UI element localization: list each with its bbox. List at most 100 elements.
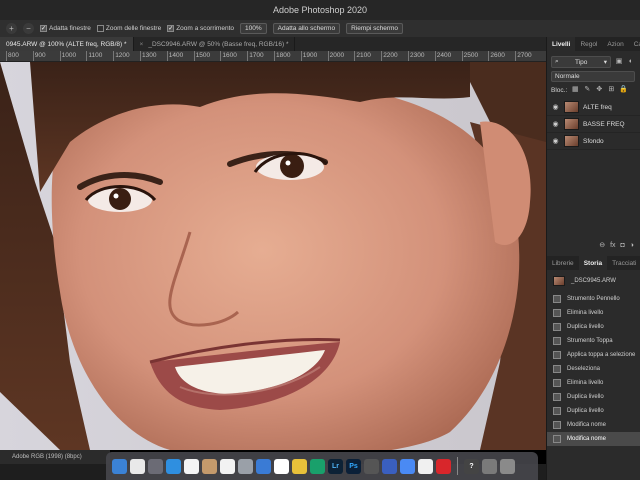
layer-filter-row: ⌕ Tipo ▾ ▣ ◐ xyxy=(547,55,640,69)
lock-pixels-icon[interactable]: ✎ xyxy=(583,86,591,94)
chrome-icon[interactable] xyxy=(400,458,415,474)
keynote-icon[interactable] xyxy=(256,458,271,474)
history-item[interactable]: Deseleziona xyxy=(547,362,640,376)
ruler-tick-label: 1700 xyxy=(247,51,264,61)
scrubby-zoom-checkbox[interactable]: ✓ Zoom a scorrimento xyxy=(167,25,234,32)
fill-screen-button[interactable]: Riempi schermo xyxy=(346,23,404,34)
layer-item[interactable]: ◉ BASSE FREQ xyxy=(547,116,640,133)
lock-transparency-icon[interactable]: ▦ xyxy=(571,86,579,94)
tab-actions[interactable]: Azion xyxy=(602,37,628,51)
lock-artboard-icon[interactable]: ⊞ xyxy=(607,86,615,94)
finder-icon[interactable] xyxy=(112,458,127,474)
ruler-tick-label: 1800 xyxy=(273,51,291,61)
contacts-icon[interactable] xyxy=(202,458,217,474)
history-item[interactable]: Elimina livello xyxy=(547,306,640,320)
preview-icon[interactable] xyxy=(238,458,253,474)
history-item[interactable]: Duplica livello xyxy=(547,320,640,334)
ruler-tick-label: 2200 xyxy=(381,51,398,61)
document-tab[interactable]: × _DSC9946.ARW @ 50% (Basse freq, RGB/16… xyxy=(134,37,296,51)
blend-mode-row: Normale xyxy=(547,69,640,83)
close-icon[interactable]: × xyxy=(140,41,144,48)
clock-icon[interactable] xyxy=(310,458,325,474)
history-item-label: Elimina livello xyxy=(567,310,604,316)
tab-libraries[interactable]: Librerie xyxy=(547,256,579,270)
zoom-in-icon[interactable]: + xyxy=(6,23,17,34)
layer-tools-row: ⊖ fx ◘ ◑ xyxy=(547,238,640,252)
metadata-icon[interactable] xyxy=(364,458,379,474)
eye-icon[interactable]: ◉ xyxy=(551,120,560,128)
notes-icon[interactable] xyxy=(292,458,307,474)
tab-layers[interactable]: Livelli xyxy=(547,37,576,51)
ruler-tick-label: 2100 xyxy=(354,51,371,61)
lock-position-icon[interactable]: ✥ xyxy=(595,86,603,94)
history-step-icon xyxy=(553,309,561,317)
history-item[interactable]: Duplica livello xyxy=(547,390,640,404)
history-snapshot[interactable]: _DSC9945.ARW xyxy=(547,272,640,290)
help-icon[interactable]: ? xyxy=(464,458,479,474)
history-item-label: Duplica livello xyxy=(567,324,604,330)
chevron-down-icon: ▾ xyxy=(603,59,607,66)
blend-mode-select[interactable]: Normale xyxy=(551,70,635,82)
trash-icon[interactable] xyxy=(500,458,515,474)
layer-name: Sfondo xyxy=(583,137,604,145)
history-item[interactable]: Modifica nome xyxy=(547,418,640,432)
history-item-label: Applica toppa a selezione xyxy=(567,352,636,358)
music-icon[interactable] xyxy=(220,458,235,474)
fit-screen-button[interactable]: Adatta allo schermo xyxy=(272,23,341,34)
tab-adjustments[interactable]: Regol xyxy=(575,37,602,51)
history-item[interactable]: Strumento Pennello xyxy=(547,292,640,306)
history-item[interactable]: Applica toppa a selezione xyxy=(547,348,640,362)
photoshop-icon[interactable]: Ps xyxy=(346,458,361,474)
resize-windows-checkbox[interactable]: ✓ Adatta finestre xyxy=(40,25,91,32)
calendar2-icon[interactable] xyxy=(274,458,289,474)
layer-item[interactable]: ◉ Sfondo xyxy=(547,133,640,150)
affinity-icon[interactable] xyxy=(382,458,397,474)
history-step-icon xyxy=(553,407,561,415)
image-filter-icon[interactable]: ▣ xyxy=(615,58,623,66)
fx-icon[interactable]: fx xyxy=(610,242,615,249)
ruler-tick-label: 800 xyxy=(6,51,19,61)
tab-history[interactable]: Storia xyxy=(578,256,608,270)
image-canvas[interactable] xyxy=(0,62,546,450)
safari-icon[interactable] xyxy=(166,458,181,474)
checkbox-box xyxy=(96,25,104,32)
layer-thumbnail xyxy=(564,101,579,113)
options-bar: + − ✓ Adatta finestre Zoom delle finestr… xyxy=(0,20,640,37)
eye-icon[interactable]: ◉ xyxy=(551,103,560,111)
history-item[interactable]: Duplica livello xyxy=(547,404,640,418)
calendar-icon[interactable] xyxy=(130,458,145,474)
creative-cloud-icon[interactable] xyxy=(436,458,451,474)
lightroom-icon[interactable]: Lr xyxy=(328,458,343,474)
tab-channels[interactable]: Canal xyxy=(629,37,640,51)
document-tab-active[interactable]: 0945.ARW @ 100% (ALTE freq, RGB/8) * xyxy=(0,37,134,51)
history-item[interactable]: Elimina livello xyxy=(547,376,640,390)
history-step-icon xyxy=(553,435,561,443)
layers-empty-area xyxy=(547,150,640,238)
link-icon[interactable]: ⊖ xyxy=(599,241,605,249)
snapshot-label: _DSC9945.ARW xyxy=(571,278,616,284)
ruler-tick-label: 2500 xyxy=(461,51,479,61)
photos-icon[interactable] xyxy=(184,458,199,474)
history-item-label: Modifica nome xyxy=(567,422,607,428)
history-step-icon xyxy=(553,421,561,429)
layer-filter-select[interactable]: ⌕ Tipo ▾ xyxy=(551,56,611,68)
history-item[interactable]: Strumento Toppa xyxy=(547,334,640,348)
history-item[interactable]: Modifica nome xyxy=(547,432,640,446)
folder-icon[interactable] xyxy=(482,458,497,474)
tab-paths[interactable]: Tracciati xyxy=(607,256,640,270)
layer-item[interactable]: ◉ ALTE freq xyxy=(547,99,640,116)
adjustment-icon[interactable]: ◑ xyxy=(630,242,634,249)
document-tab-label: 0945.ARW @ 100% (ALTE freq, RGB/8) * xyxy=(6,40,127,48)
horizontal-ruler[interactable]: 800 900 1000 1100 1200 1300 1400 1500 1600 1700 18… xyxy=(0,51,546,62)
lock-all-icon[interactable]: 🔒 xyxy=(619,86,628,94)
zoom-100-button[interactable]: 100% xyxy=(240,23,267,34)
zoom-all-windows-checkbox[interactable]: Zoom delle finestre xyxy=(96,25,161,32)
adjustment-filter-icon[interactable]: ◐ xyxy=(627,58,635,66)
ruler-tick-label: 1500 xyxy=(193,51,211,61)
word-icon[interactable] xyxy=(418,458,433,474)
zoom-out-icon[interactable]: − xyxy=(23,23,34,34)
layer-name: ALTE freq xyxy=(583,103,612,111)
eye-icon[interactable]: ◉ xyxy=(551,137,560,145)
launchpad-icon[interactable] xyxy=(148,458,163,474)
mask-icon[interactable]: ◘ xyxy=(621,242,625,249)
